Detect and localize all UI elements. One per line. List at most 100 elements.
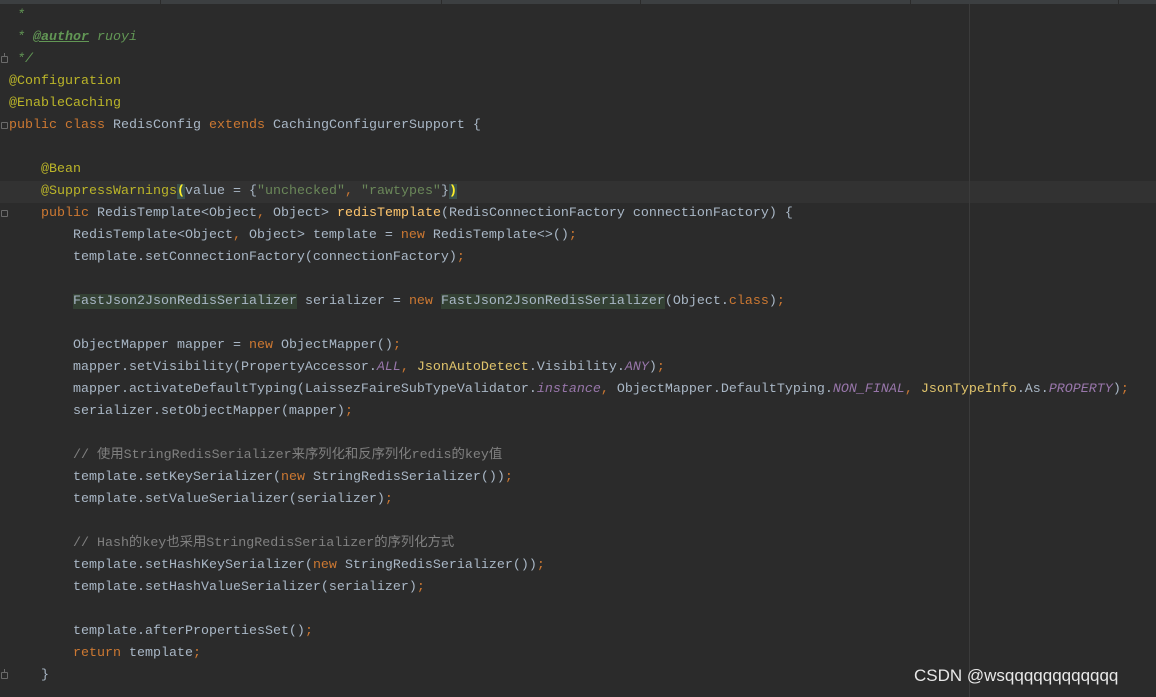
code-line[interactable]: template.setHashValueSerializer(serializ… (9, 577, 1156, 599)
code-token: Object> (272, 206, 337, 221)
code-token: NON_FINAL (832, 382, 905, 397)
code-token: public (41, 206, 97, 221)
tab-separator (640, 0, 641, 4)
code-line[interactable]: template.setValueSerializer(serializer); (9, 489, 1156, 511)
code-token: template.setHashKeySerializer( (9, 558, 313, 573)
code-token: @SuppressWarnings (41, 184, 177, 199)
code-line[interactable]: template.setHashKeySerializer(new String… (9, 555, 1156, 577)
code-token: serializer = (296, 294, 409, 309)
code-line[interactable]: // 使用StringRedisSerializer来序列化和反序列化redis… (9, 445, 1156, 467)
code-token: ruoyi (89, 30, 137, 45)
code-token: ) (648, 360, 657, 375)
code-token: mapper.setVisibility(PropertyAccessor. (9, 360, 377, 375)
code-token: new (280, 470, 313, 485)
code-token: "unchecked" (256, 184, 345, 199)
code-token: ; (304, 624, 313, 639)
code-line[interactable]: mapper.setVisibility(PropertyAccessor.AL… (9, 357, 1156, 379)
fold-start-icon[interactable] (1, 122, 8, 129)
code-token: PROPERTY (1048, 382, 1113, 397)
code-token: template.setConnectionFactory(connection… (9, 250, 457, 265)
code-token: ; (656, 360, 665, 375)
code-line[interactable]: ObjectMapper mapper = new ObjectMapper()… (9, 335, 1156, 357)
code-token: RedisTemplate<>() (432, 228, 569, 243)
code-token: template.setValueSerializer(serializer) (9, 492, 385, 507)
code-token: ; (384, 492, 393, 507)
code-token: template.setKeySerializer( (9, 470, 281, 485)
editor-tab-bar[interactable] (0, 0, 1156, 4)
code-token: JsonAutoDetect (416, 360, 529, 375)
code-token: public class (9, 118, 113, 133)
code-line[interactable] (9, 313, 1156, 335)
code-token: new (408, 294, 441, 309)
code-line[interactable] (9, 511, 1156, 533)
code-line[interactable]: template.afterPropertiesSet(); (9, 621, 1156, 643)
watermark: CSDN @wsqqqqqqqqqqqq (914, 666, 1119, 685)
tab-separator (441, 0, 442, 4)
code-token: ; (536, 558, 545, 573)
code-token: @author (33, 30, 89, 45)
code-token: RedisConfig (112, 118, 209, 133)
code-line[interactable]: @Configuration (9, 71, 1156, 93)
code-token: * (9, 8, 25, 23)
code-line[interactable]: public class RedisConfig extends Caching… (9, 115, 1156, 137)
code-line[interactable]: * (9, 5, 1156, 27)
code-token: new (312, 558, 345, 573)
code-token: redisTemplate (336, 206, 441, 221)
code-token: .As. (1016, 382, 1049, 397)
code-line[interactable]: return template; (9, 643, 1156, 665)
code-token: ANY (624, 360, 649, 375)
code-token: , (256, 206, 273, 221)
code-token: , (232, 228, 249, 243)
code-line[interactable] (9, 137, 1156, 159)
code-token: value = { (184, 184, 257, 199)
code-token: ALL (376, 360, 401, 375)
editor-gutter[interactable] (0, 4, 9, 697)
code-line[interactable]: // Hash的key也采用StringRedisSerializer的序列化方… (9, 533, 1156, 555)
code-line[interactable] (9, 599, 1156, 621)
code-line[interactable]: template.setKeySerializer(new StringRedi… (9, 467, 1156, 489)
code-line[interactable]: * @author ruoyi (9, 27, 1156, 49)
code-token: .Visibility. (528, 360, 625, 375)
code-line[interactable]: @EnableCaching (9, 93, 1156, 115)
code-token: JsonTypeInfo (920, 382, 1017, 397)
code-token: ) (448, 184, 457, 199)
code-line[interactable]: @Bean (9, 159, 1156, 181)
code-line[interactable]: RedisTemplate<Object, Object> template =… (9, 225, 1156, 247)
code-token: , (904, 382, 921, 397)
code-token: ObjectMapper mapper = (9, 338, 249, 353)
code-editor[interactable]: * * @author ruoyi */ @Configuration @Enabl… (9, 5, 1156, 697)
code-line[interactable] (9, 423, 1156, 445)
code-token: mapper.activateDefaultTyping(LaissezFair… (9, 382, 537, 397)
tab-separator (910, 0, 911, 4)
code-line[interactable] (9, 269, 1156, 291)
code-token: ; (344, 404, 353, 419)
fold-start-icon[interactable] (1, 210, 8, 217)
code-line[interactable]: FastJson2JsonRedisSerializer serializer … (9, 291, 1156, 313)
code-token: return (73, 646, 129, 661)
code-line[interactable]: @SuppressWarnings(value = {"unchecked", … (9, 181, 1156, 203)
code-token: ; (568, 228, 577, 243)
tab-separator (160, 0, 161, 4)
code-token: @Bean (41, 162, 81, 177)
code-token: FastJson2JsonRedisSerializer (73, 294, 297, 309)
code-token: ; (504, 470, 513, 485)
code-line[interactable]: serializer.setObjectMapper(mapper); (9, 401, 1156, 423)
code-line[interactable]: template.setConnectionFactory(connection… (9, 247, 1156, 269)
code-token: } (9, 668, 49, 683)
code-token: ObjectMapper() (280, 338, 393, 353)
fold-end-icon[interactable] (1, 53, 8, 63)
code-token: CachingConfigurerSupport { (272, 118, 481, 133)
code-token: FastJson2JsonRedisSerializer (440, 294, 665, 309)
fold-end-icon[interactable] (1, 669, 8, 679)
code-line[interactable]: mapper.activateDefaultTyping(LaissezFair… (9, 379, 1156, 401)
code-token: @Configuration (9, 74, 121, 89)
code-line[interactable]: */ (9, 49, 1156, 71)
code-token: } (440, 184, 449, 199)
code-line[interactable]: public RedisTemplate<Object, Object> red… (9, 203, 1156, 225)
code-token: (RedisConnectionFactory connectionFactor… (440, 206, 793, 221)
